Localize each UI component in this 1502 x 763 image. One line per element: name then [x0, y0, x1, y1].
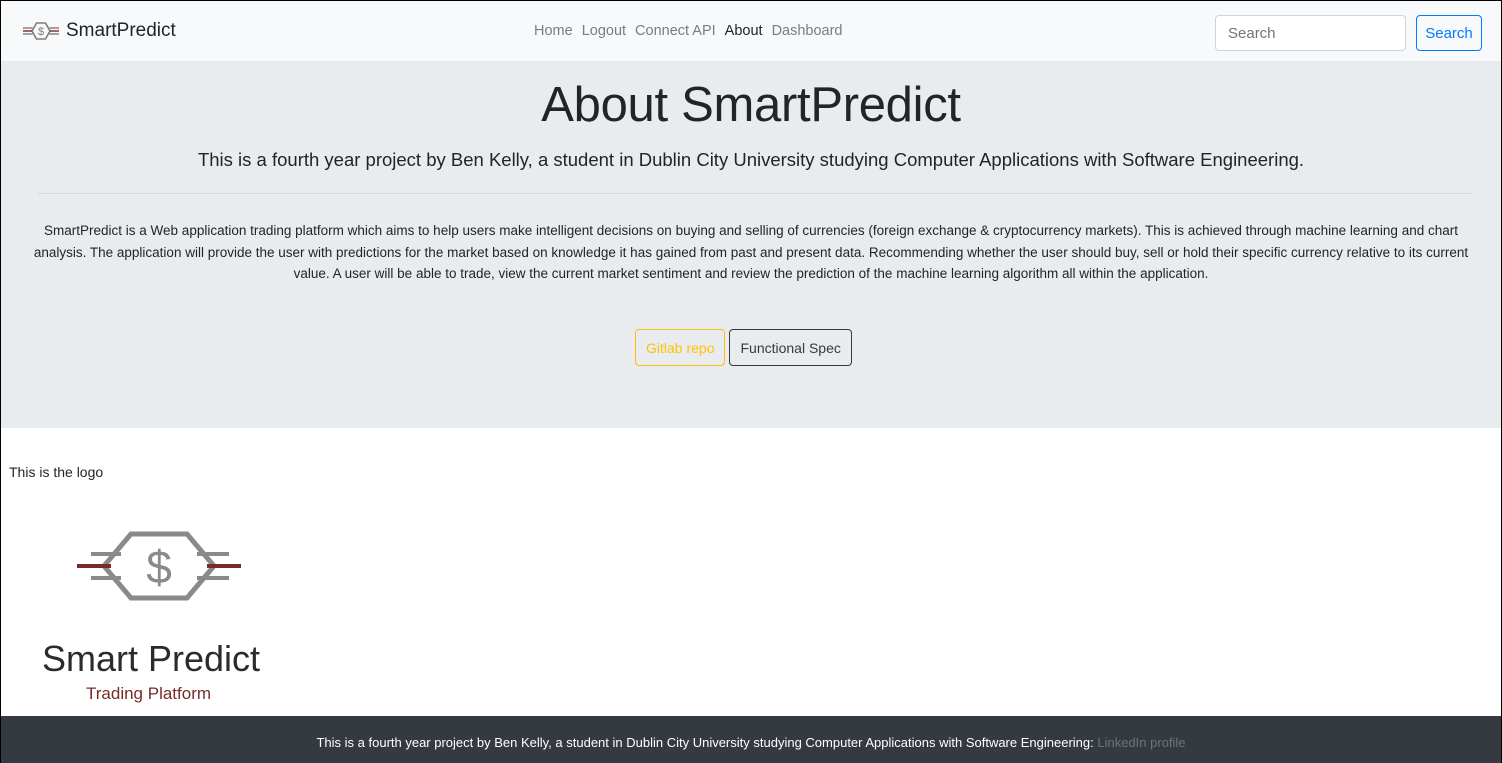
search-input[interactable]: [1215, 15, 1406, 51]
navbar: $ SmartPredict Home Logout Connect API A…: [1, 1, 1501, 61]
logo-title: Smart Predict: [42, 638, 260, 679]
linkedin-profile-link[interactable]: LinkedIn profile: [1097, 735, 1185, 750]
nav-links: Home Logout Connect API About Dashboard: [534, 23, 852, 39]
smart-predict-logo: $ Smart Predict Trading Platform: [42, 531, 260, 703]
jumbotron: About SmartPredict This is a fourth year…: [1, 61, 1501, 428]
nav-link-home[interactable]: Home: [534, 23, 573, 39]
logo-subtitle: Trading Platform: [86, 684, 211, 703]
navbar-brand[interactable]: $ SmartPredict: [23, 16, 176, 46]
gitlab-repo-button[interactable]: Gitlab repo: [635, 329, 726, 366]
nav-link-dashboard[interactable]: Dashboard: [772, 23, 843, 39]
footer-text: This is a fourth year project by Ben Kel…: [316, 735, 1098, 750]
smartpredict-logo-icon: $: [23, 22, 59, 40]
page: $ SmartPredict Home Logout Connect API A…: [0, 0, 1502, 763]
lead-text: This is a fourth year project by Ben Kel…: [197, 149, 1305, 170]
divider: [38, 193, 1472, 194]
description-text: SmartPredict is a Web application tradin…: [33, 223, 1469, 281]
button-row: Gitlab repo Functional Spec: [635, 329, 852, 366]
page-title: About SmartPredict: [541, 78, 961, 132]
footer: This is a fourth year project by Ben Kel…: [1, 716, 1501, 763]
logo-dollar-glyph: $: [146, 541, 172, 593]
svg-text:$: $: [38, 26, 44, 38]
brand-name: SmartPredict: [66, 20, 176, 41]
functional-spec-button[interactable]: Functional Spec: [729, 329, 852, 366]
search-button[interactable]: Search: [1416, 15, 1482, 51]
nav-link-connect-api[interactable]: Connect API: [635, 23, 716, 39]
logo-caption: This is the logo: [9, 464, 104, 480]
nav-link-about[interactable]: About: [725, 23, 763, 39]
nav-link-logout[interactable]: Logout: [582, 23, 626, 39]
